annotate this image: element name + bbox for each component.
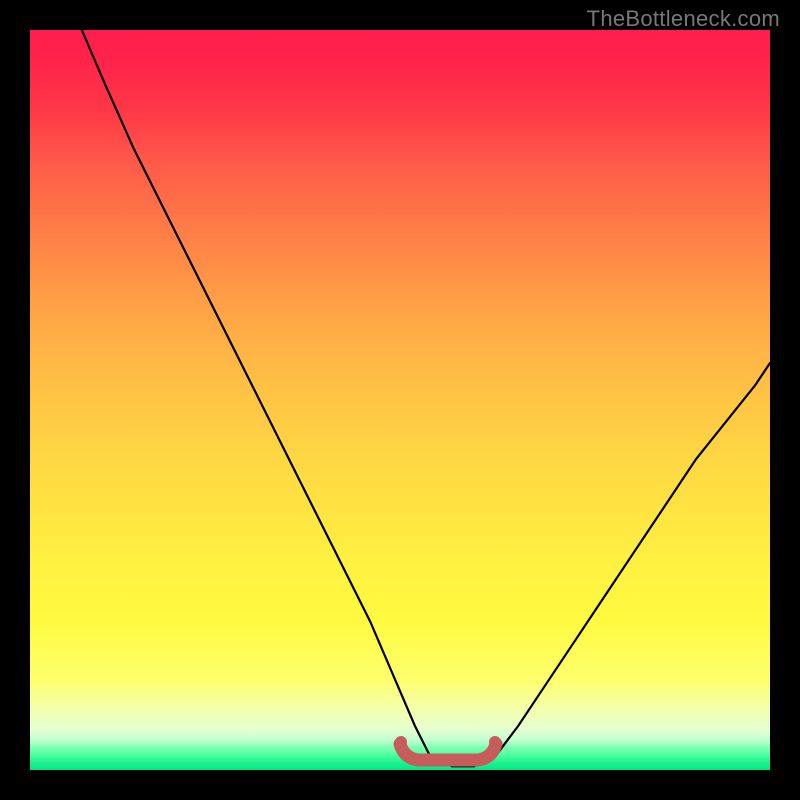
bottleneck-curve-path [82, 30, 770, 766]
watermark-label: TheBottleneck.com [587, 6, 780, 32]
optimal-range-right-dot [489, 736, 501, 748]
curve-layer [30, 30, 770, 770]
optimal-range-band [400, 744, 496, 760]
optimal-range-left-dot [395, 736, 407, 748]
chart-stage: TheBottleneck.com [0, 0, 800, 800]
plot-area [30, 30, 770, 770]
